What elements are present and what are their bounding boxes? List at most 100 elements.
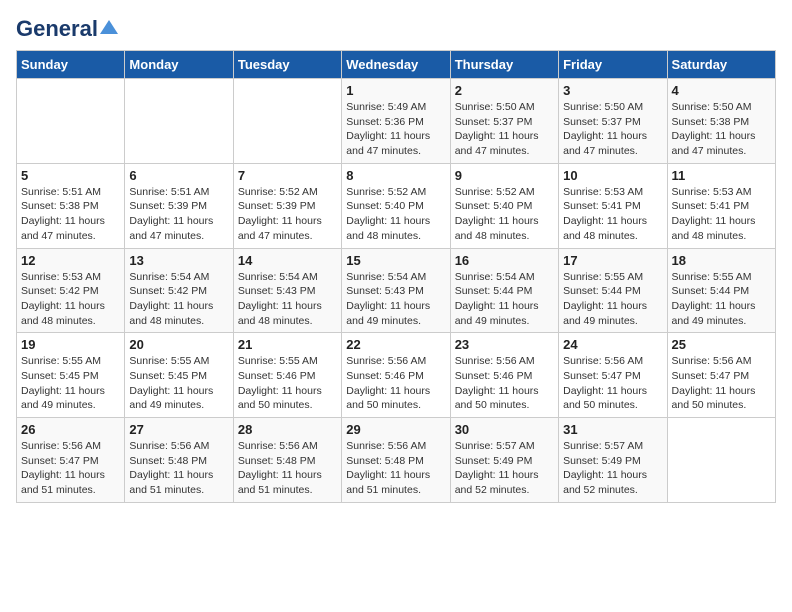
day-number: 29 <box>346 422 445 437</box>
day-number: 1 <box>346 83 445 98</box>
day-info: Sunrise: 5:55 AMSunset: 5:45 PMDaylight:… <box>21 354 120 413</box>
calendar-table: SundayMondayTuesdayWednesdayThursdayFrid… <box>16 50 776 503</box>
day-info: Sunrise: 5:49 AMSunset: 5:36 PMDaylight:… <box>346 100 445 159</box>
day-info: Sunrise: 5:56 AMSunset: 5:46 PMDaylight:… <box>455 354 554 413</box>
day-number: 17 <box>563 253 662 268</box>
calendar-empty-cell <box>125 79 233 164</box>
day-info: Sunrise: 5:56 AMSunset: 5:48 PMDaylight:… <box>346 439 445 498</box>
calendar-day-cell: 6 Sunrise: 5:51 AMSunset: 5:39 PMDaylight… <box>125 163 233 248</box>
calendar-day-cell: 19 Sunrise: 5:55 AMSunset: 5:45 PMDayligh… <box>17 333 125 418</box>
day-info: Sunrise: 5:54 AMSunset: 5:44 PMDaylight:… <box>455 270 554 329</box>
calendar-day-cell: 9Sunrise: 5:52 AMSunset: 5:40 PMDaylight… <box>450 163 558 248</box>
calendar-day-cell: 20Sunrise: 5:55 AMSunset: 5:45 PMDayligh… <box>125 333 233 418</box>
calendar-day-cell: 1 Sunrise: 5:49 AMSunset: 5:36 PMDaylight… <box>342 79 450 164</box>
weekday-header-saturday: Saturday <box>667 51 775 79</box>
calendar-day-cell: 5 Sunrise: 5:51 AMSunset: 5:38 PMDaylight… <box>17 163 125 248</box>
calendar-day-cell: 8 Sunrise: 5:52 AMSunset: 5:40 PMDaylight… <box>342 163 450 248</box>
calendar-day-cell: 18 Sunrise: 5:55 AMSunset: 5:44 PMDayligh… <box>667 248 775 333</box>
day-info: Sunrise: 5:50 AMSunset: 5:38 PMDaylight:… <box>672 100 771 159</box>
day-number: 30 <box>455 422 554 437</box>
day-info: Sunrise: 5:52 AMSunset: 5:40 PMDaylight:… <box>346 185 445 244</box>
calendar-day-cell: 23 Sunrise: 5:56 AMSunset: 5:46 PMDayligh… <box>450 333 558 418</box>
calendar-day-cell: 11 Sunrise: 5:53 AMSunset: 5:41 PMDayligh… <box>667 163 775 248</box>
calendar-day-cell: 22 Sunrise: 5:56 AMSunset: 5:46 PMDayligh… <box>342 333 450 418</box>
day-info: Sunrise: 5:50 AMSunset: 5:37 PMDaylight:… <box>563 100 662 159</box>
day-number: 7 <box>238 168 337 183</box>
calendar-day-cell: 12 Sunrise: 5:53 AMSunset: 5:42 PMDayligh… <box>17 248 125 333</box>
day-number: 19 <box>21 337 120 352</box>
calendar-week-row: 19 Sunrise: 5:55 AMSunset: 5:45 PMDayligh… <box>17 333 776 418</box>
page-header: General <box>16 16 776 38</box>
day-number: 4 <box>672 83 771 98</box>
day-info: Sunrise: 5:56 AMSunset: 5:48 PMDaylight:… <box>129 439 228 498</box>
calendar-empty-cell <box>667 418 775 503</box>
day-info: Sunrise: 5:54 AMSunset: 5:43 PMDaylight:… <box>238 270 337 329</box>
calendar-day-cell: 28 Sunrise: 5:56 AMSunset: 5:48 PMDayligh… <box>233 418 341 503</box>
day-info: Sunrise: 5:56 AMSunset: 5:48 PMDaylight:… <box>238 439 337 498</box>
weekday-header-tuesday: Tuesday <box>233 51 341 79</box>
day-number: 23 <box>455 337 554 352</box>
day-number: 12 <box>21 253 120 268</box>
day-number: 13 <box>129 253 228 268</box>
calendar-day-cell: 17 Sunrise: 5:55 AMSunset: 5:44 PMDayligh… <box>559 248 667 333</box>
calendar-day-cell: 31 Sunrise: 5:57 AMSunset: 5:49 PMDayligh… <box>559 418 667 503</box>
logo-general: General <box>16 16 98 42</box>
day-info: Sunrise: 5:55 AMSunset: 5:45 PMDaylight:… <box>129 354 228 413</box>
day-info: Sunrise: 5:54 AMSunset: 5:42 PMDaylight:… <box>129 270 228 329</box>
calendar-day-cell: 7 Sunrise: 5:52 AMSunset: 5:39 PMDaylight… <box>233 163 341 248</box>
day-number: 18 <box>672 253 771 268</box>
day-info: Sunrise: 5:53 AMSunset: 5:41 PMDaylight:… <box>672 185 771 244</box>
day-number: 14 <box>238 253 337 268</box>
weekday-header-monday: Monday <box>125 51 233 79</box>
day-number: 6 <box>129 168 228 183</box>
calendar-day-cell: 29 Sunrise: 5:56 AMSunset: 5:48 PMDayligh… <box>342 418 450 503</box>
day-number: 24 <box>563 337 662 352</box>
calendar-day-cell: 16 Sunrise: 5:54 AMSunset: 5:44 PMDayligh… <box>450 248 558 333</box>
calendar-header-row: SundayMondayTuesdayWednesdayThursdayFrid… <box>17 51 776 79</box>
day-number: 22 <box>346 337 445 352</box>
day-number: 21 <box>238 337 337 352</box>
day-number: 2 <box>455 83 554 98</box>
calendar-day-cell: 27 Sunrise: 5:56 AMSunset: 5:48 PMDayligh… <box>125 418 233 503</box>
calendar-day-cell: 24Sunrise: 5:56 AMSunset: 5:47 PMDayligh… <box>559 333 667 418</box>
day-info: Sunrise: 5:50 AMSunset: 5:37 PMDaylight:… <box>455 100 554 159</box>
calendar-day-cell: 25Sunrise: 5:56 AMSunset: 5:47 PMDayligh… <box>667 333 775 418</box>
day-number: 11 <box>672 168 771 183</box>
day-info: Sunrise: 5:51 AMSunset: 5:38 PMDaylight:… <box>21 185 120 244</box>
day-info: Sunrise: 5:55 AMSunset: 5:44 PMDaylight:… <box>563 270 662 329</box>
day-number: 16 <box>455 253 554 268</box>
day-number: 15 <box>346 253 445 268</box>
day-info: Sunrise: 5:54 AMSunset: 5:43 PMDaylight:… <box>346 270 445 329</box>
day-info: Sunrise: 5:51 AMSunset: 5:39 PMDaylight:… <box>129 185 228 244</box>
day-info: Sunrise: 5:52 AMSunset: 5:39 PMDaylight:… <box>238 185 337 244</box>
calendar-week-row: 12 Sunrise: 5:53 AMSunset: 5:42 PMDayligh… <box>17 248 776 333</box>
calendar-week-row: 1 Sunrise: 5:49 AMSunset: 5:36 PMDaylight… <box>17 79 776 164</box>
day-info: Sunrise: 5:53 AMSunset: 5:42 PMDaylight:… <box>21 270 120 329</box>
day-number: 27 <box>129 422 228 437</box>
calendar-empty-cell <box>17 79 125 164</box>
day-info: Sunrise: 5:56 AMSunset: 5:46 PMDaylight:… <box>346 354 445 413</box>
calendar-day-cell: 21Sunrise: 5:55 AMSunset: 5:46 PMDayligh… <box>233 333 341 418</box>
day-number: 28 <box>238 422 337 437</box>
day-number: 3 <box>563 83 662 98</box>
weekday-header-friday: Friday <box>559 51 667 79</box>
calendar-week-row: 5 Sunrise: 5:51 AMSunset: 5:38 PMDaylight… <box>17 163 776 248</box>
day-number: 31 <box>563 422 662 437</box>
day-number: 25 <box>672 337 771 352</box>
calendar-week-row: 26 Sunrise: 5:56 AMSunset: 5:47 PMDayligh… <box>17 418 776 503</box>
day-number: 26 <box>21 422 120 437</box>
day-info: Sunrise: 5:57 AMSunset: 5:49 PMDaylight:… <box>563 439 662 498</box>
calendar-day-cell: 4 Sunrise: 5:50 AMSunset: 5:38 PMDaylight… <box>667 79 775 164</box>
day-info: Sunrise: 5:55 AMSunset: 5:44 PMDaylight:… <box>672 270 771 329</box>
calendar-day-cell: 13 Sunrise: 5:54 AMSunset: 5:42 PMDayligh… <box>125 248 233 333</box>
day-info: Sunrise: 5:57 AMSunset: 5:49 PMDaylight:… <box>455 439 554 498</box>
day-info: Sunrise: 5:53 AMSunset: 5:41 PMDaylight:… <box>563 185 662 244</box>
calendar-day-cell: 15 Sunrise: 5:54 AMSunset: 5:43 PMDayligh… <box>342 248 450 333</box>
weekday-header-sunday: Sunday <box>17 51 125 79</box>
calendar-day-cell: 26 Sunrise: 5:56 AMSunset: 5:47 PMDayligh… <box>17 418 125 503</box>
day-number: 5 <box>21 168 120 183</box>
day-number: 8 <box>346 168 445 183</box>
day-info: Sunrise: 5:56 AMSunset: 5:47 PMDaylight:… <box>21 439 120 498</box>
day-number: 9 <box>455 168 554 183</box>
calendar-day-cell: 30 Sunrise: 5:57 AMSunset: 5:49 PMDayligh… <box>450 418 558 503</box>
